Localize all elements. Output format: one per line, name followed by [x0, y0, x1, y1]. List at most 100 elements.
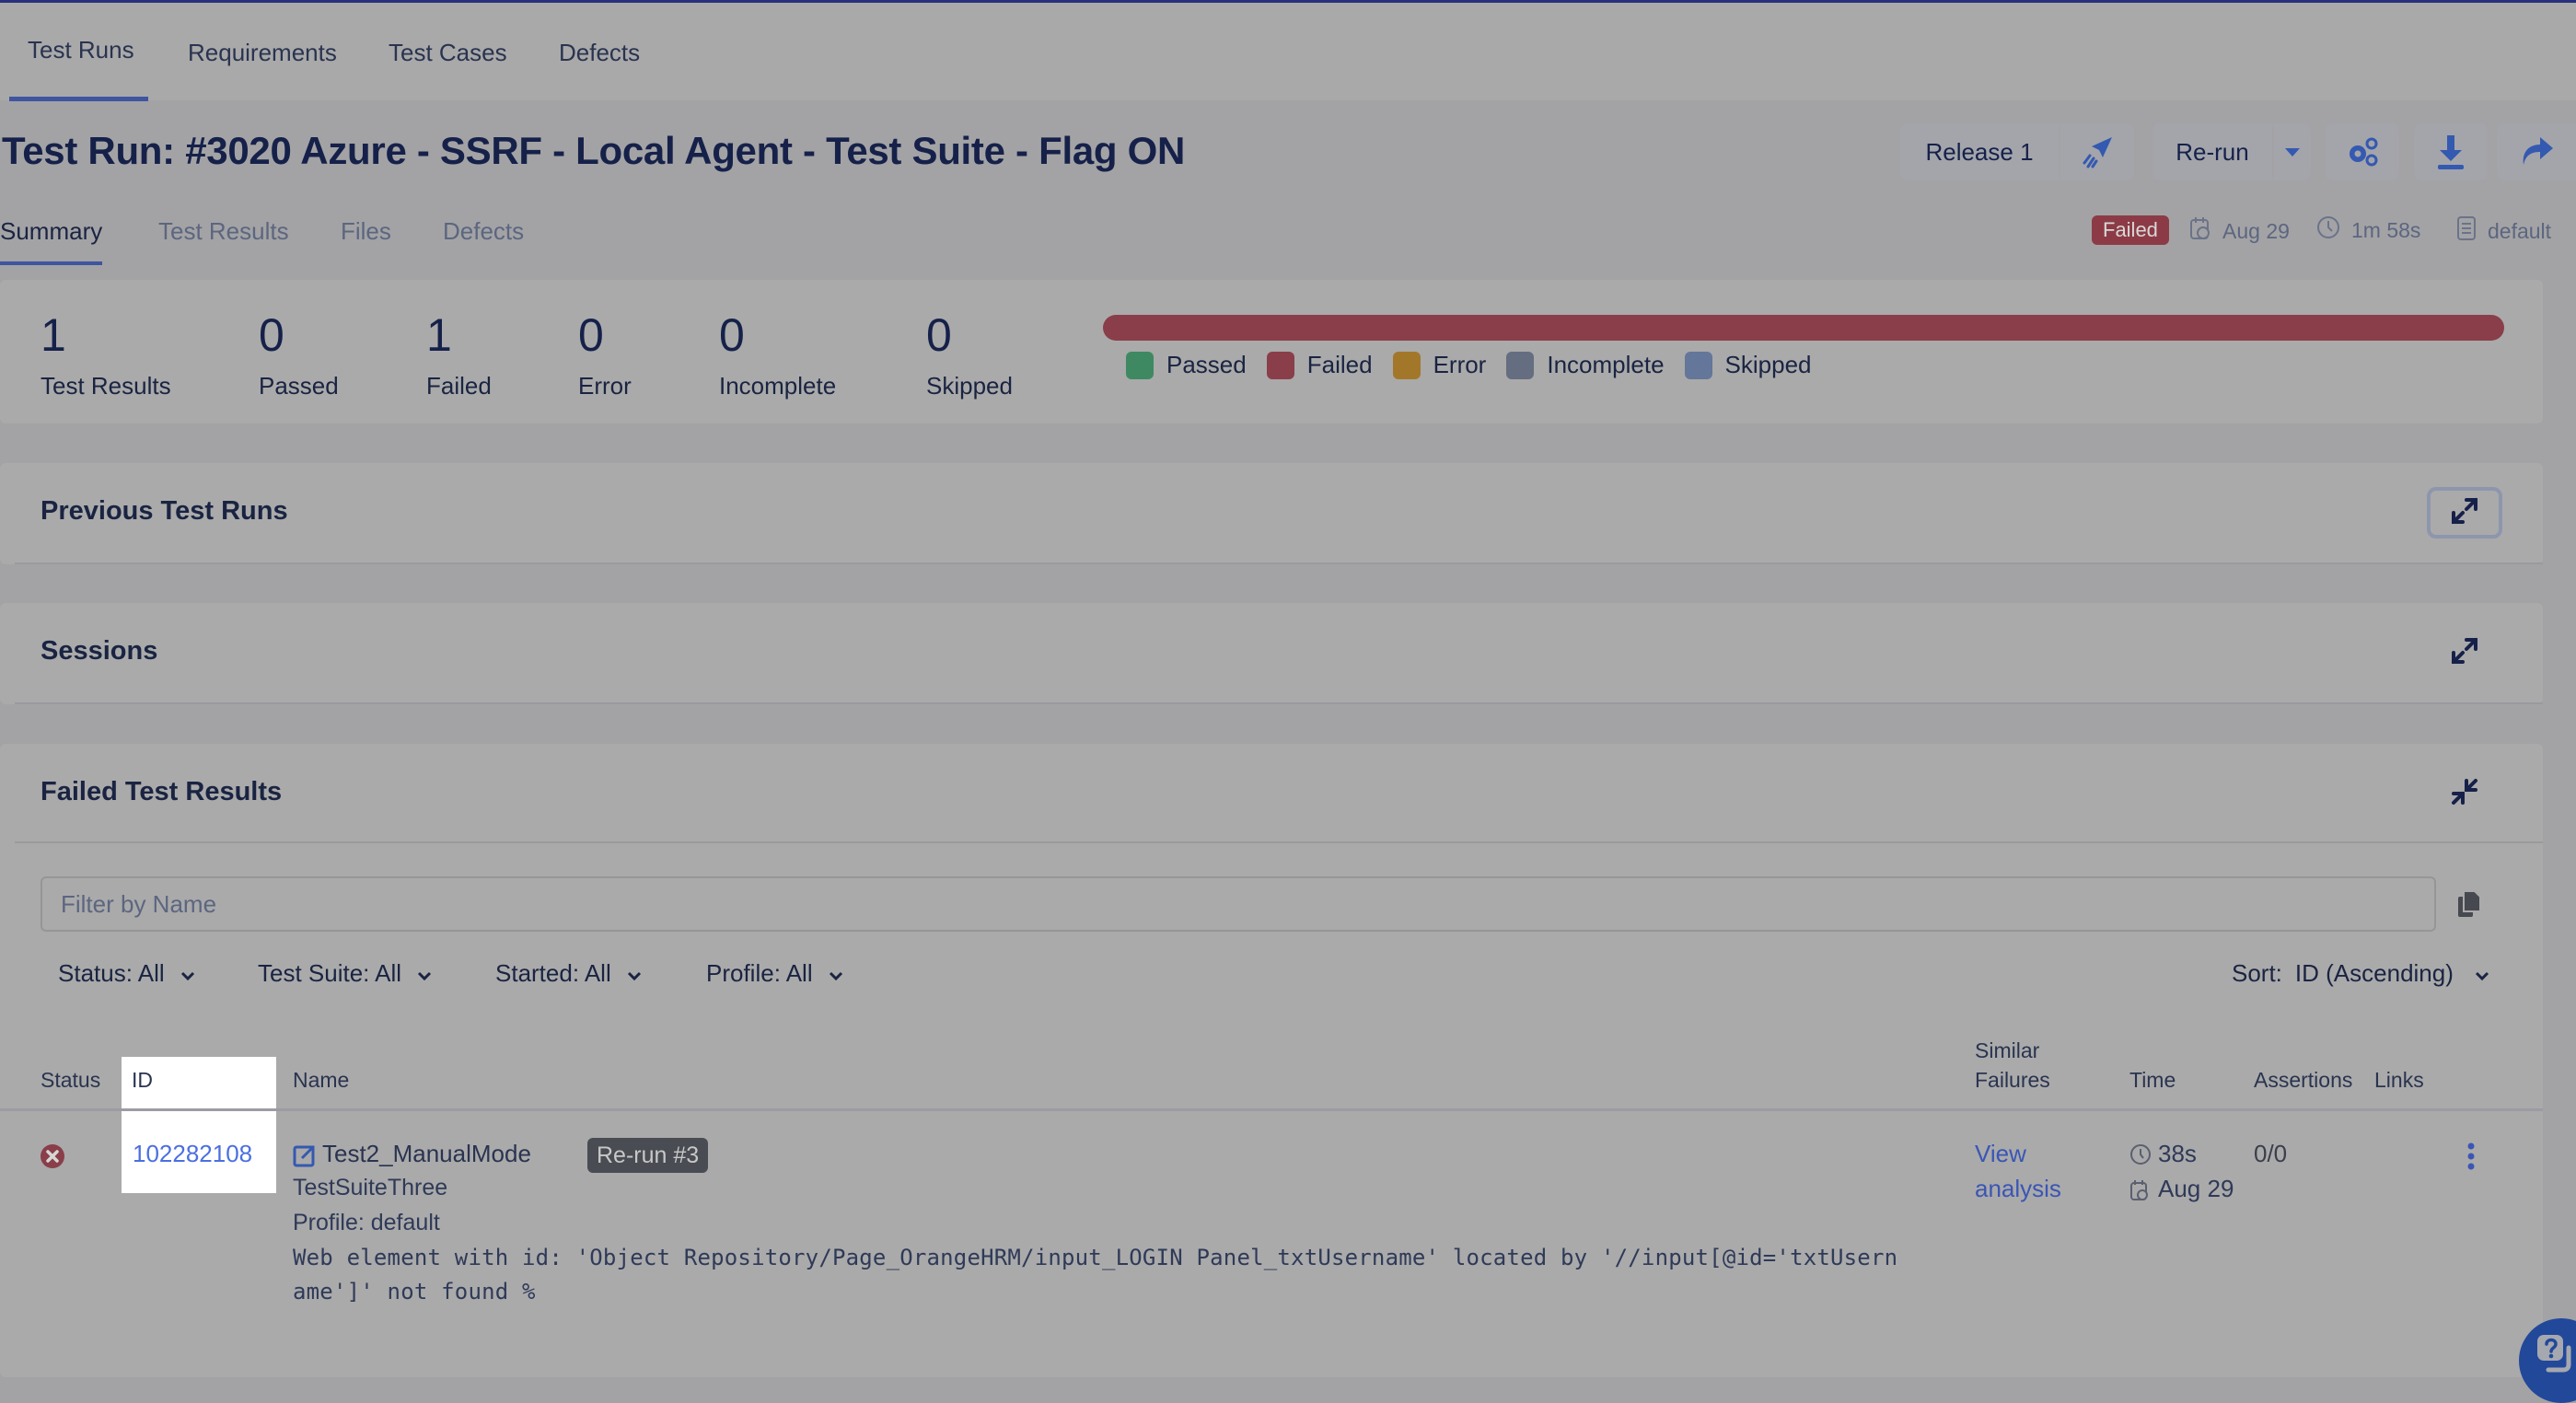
legend-failed: Failed — [1266, 351, 1373, 379]
tab-summary[interactable]: Summary — [0, 217, 103, 265]
stat-passed: 0 Passed — [259, 307, 339, 400]
legend-passed: Passed — [1126, 351, 1247, 379]
profile-filter-dropdown[interactable]: Profile: All — [706, 959, 844, 988]
collapse-icon — [2450, 777, 2479, 811]
section-divider — [15, 841, 2543, 843]
stat-label: Test Results — [41, 372, 171, 400]
expand-sessions-button[interactable] — [2427, 627, 2502, 678]
gears-icon — [2344, 135, 2381, 168]
tab-files[interactable]: Files — [341, 217, 391, 246]
stat-label: Failed — [426, 372, 492, 400]
rerun-dropdown-toggle[interactable] — [2274, 123, 2311, 180]
view-analysis-link-line-1[interactable]: View — [1975, 1140, 2026, 1168]
legend-swatch — [1126, 351, 1154, 379]
status-filter-dropdown[interactable]: Status: All — [58, 959, 196, 988]
col-header-status[interactable]: Status — [41, 1068, 100, 1093]
legend-swatch — [1392, 351, 1421, 379]
expand-previous-runs-button[interactable] — [2427, 487, 2502, 539]
filter-by-name-input[interactable] — [41, 876, 2436, 932]
collapse-failed-results-button[interactable] — [2427, 768, 2502, 819]
legend-swatch — [1506, 351, 1535, 379]
test-date: Aug 29 — [2158, 1175, 2234, 1202]
nav-tab-defects[interactable]: Defects — [559, 39, 640, 67]
share-icon — [2518, 135, 2555, 168]
sort-label: Sort: — [2232, 959, 2282, 987]
col-header-assertions[interactable]: Assertions — [2254, 1068, 2352, 1093]
profile-doc-icon — [2456, 215, 2477, 247]
col-header-links[interactable]: Links — [2374, 1068, 2424, 1093]
legend-label: Skipped — [1724, 351, 1812, 378]
nav-tab-test-runs[interactable]: Test Runs — [9, 36, 148, 101]
section-divider — [15, 562, 2543, 564]
test-suite-name: TestSuiteThree — [293, 1175, 448, 1200]
stat-value: 0 — [719, 309, 745, 361]
status-legend: Passed Failed Error Incomplete Skipped — [1126, 351, 1832, 379]
failed-x-icon — [40, 1143, 65, 1174]
sort-dropdown[interactable]: Sort: ID (Ascending) — [2232, 959, 2490, 988]
row-actions-kebab-icon[interactable] — [2466, 1142, 2477, 1176]
col-header-similar-1[interactable]: Similar — [1975, 1038, 2039, 1063]
share-button[interactable] — [2497, 123, 2576, 180]
status-badge: Failed — [2092, 215, 2169, 245]
stat-value: 0 — [926, 309, 952, 361]
col-header-similar-2[interactable]: Failures — [1975, 1068, 2050, 1093]
stat-value: 1 — [41, 309, 66, 361]
section-title: Failed Test Results — [41, 777, 283, 806]
stat-value: 1 — [426, 309, 452, 361]
legend-swatch — [1266, 351, 1294, 379]
release-button[interactable]: Release 1 — [1900, 123, 2059, 180]
col-header-time[interactable]: Time — [2129, 1068, 2176, 1093]
rerun-button[interactable]: Re-run — [2152, 123, 2272, 180]
test-name-link[interactable]: Test2_ManualMode — [322, 1140, 531, 1168]
col-header-name[interactable]: Name — [293, 1068, 349, 1093]
nav-tab-requirements[interactable]: Requirements — [188, 39, 337, 67]
chevron-down-icon — [828, 959, 844, 988]
legend-label: Incomplete — [1547, 351, 1665, 378]
table-header-divider — [0, 1108, 2543, 1111]
run-profile-text: default — [2488, 218, 2552, 243]
download-button[interactable] — [2414, 123, 2488, 180]
run-profile: default — [2456, 215, 2551, 247]
settings-button[interactable] — [2326, 123, 2399, 180]
started-filter-label: Started: All — [495, 959, 611, 987]
legend-incomplete: Incomplete — [1506, 351, 1665, 379]
expand-icon — [2450, 636, 2479, 670]
section-title: Sessions — [41, 636, 158, 666]
clock-icon — [2316, 215, 2340, 245]
stat-skipped: 0 Skipped — [926, 307, 1013, 400]
status-filter-label: Status: All — [58, 959, 165, 987]
release-label: Release 1 — [1925, 137, 2034, 166]
rerun-label: Re-run — [2176, 137, 2249, 166]
test-result-id-link[interactable]: 102282108 — [133, 1140, 252, 1168]
tab-test-results[interactable]: Test Results — [158, 217, 289, 246]
top-nav: Test Runs Requirements Test Cases Defect… — [0, 3, 2576, 101]
legend-skipped: Skipped — [1684, 351, 1812, 379]
release-launch-button[interactable] — [2060, 123, 2134, 180]
page-title: Test Run: #3020 Azure - SSRF - Local Age… — [2, 129, 1186, 172]
error-message-line-2: ame']' not found % — [293, 1279, 536, 1304]
chevron-down-icon — [180, 959, 196, 988]
stat-label: Passed — [259, 372, 339, 400]
test-suite-filter-dropdown[interactable]: Test Suite: All — [258, 959, 433, 988]
stat-label: Skipped — [926, 372, 1013, 400]
chevron-down-icon — [2474, 959, 2490, 988]
error-message-line-1: Web element with id: 'Object Repository/… — [293, 1245, 1898, 1270]
stat-error: 0 Error — [578, 307, 632, 400]
nav-tab-test-cases[interactable]: Test Cases — [389, 39, 507, 67]
copy-icon[interactable] — [2456, 889, 2482, 923]
chevron-down-icon — [416, 959, 433, 988]
open-external-icon[interactable] — [293, 1143, 317, 1172]
test-duration: 38s — [2158, 1140, 2197, 1167]
stat-value: 0 — [578, 309, 604, 361]
download-icon — [2434, 133, 2467, 170]
view-analysis-link-line-2[interactable]: analysis — [1975, 1175, 2061, 1203]
col-header-id[interactable]: ID — [132, 1068, 153, 1093]
tab-defects[interactable]: Defects — [443, 217, 524, 246]
started-filter-dropdown[interactable]: Started: All — [495, 959, 643, 988]
test-suite-filter-label: Test Suite: All — [258, 959, 402, 987]
stat-label: Incomplete — [719, 372, 837, 400]
legend-swatch — [1684, 351, 1712, 379]
legend-error: Error — [1392, 351, 1486, 379]
sessions-section: Sessions — [0, 603, 2543, 704]
stat-label: Error — [578, 372, 632, 400]
